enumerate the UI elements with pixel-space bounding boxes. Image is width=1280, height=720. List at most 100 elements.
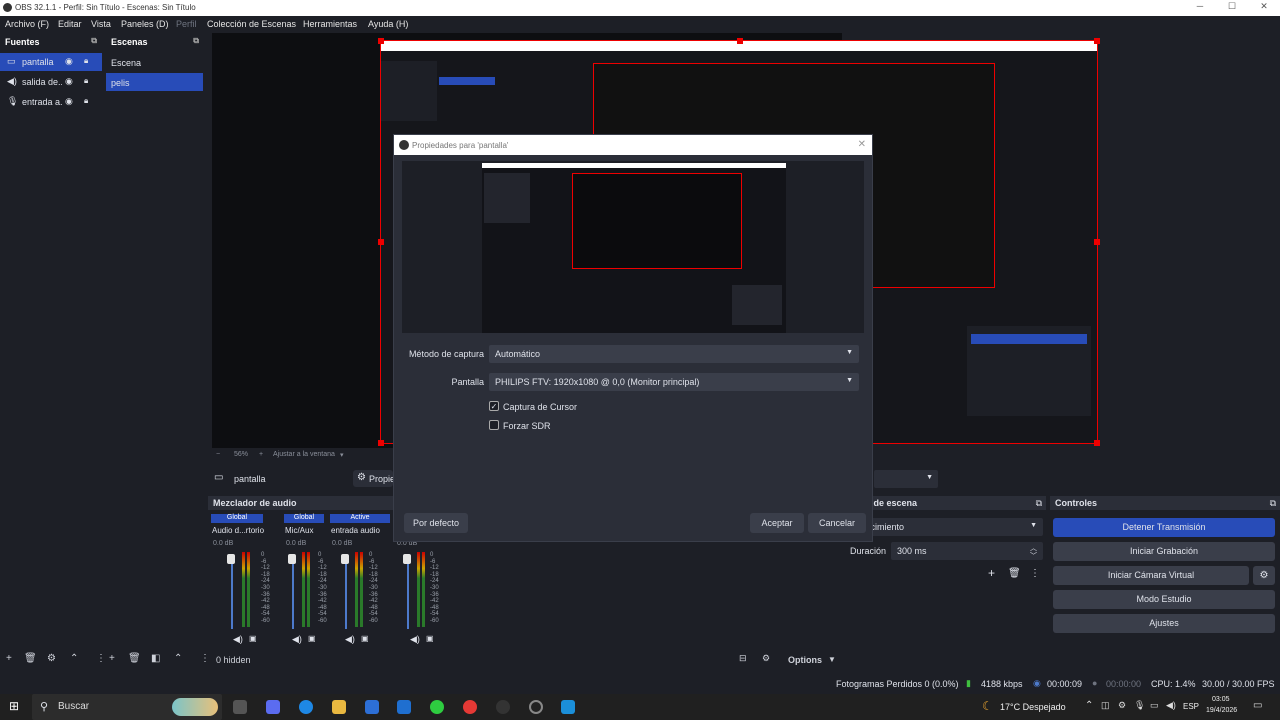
lock-icon[interactable]: 🔒︎ <box>84 96 88 106</box>
volume-knob[interactable] <box>288 554 296 564</box>
edge-icon[interactable] <box>299 700 313 714</box>
volume-knob[interactable] <box>403 554 411 564</box>
notification-icon[interactable]: ▭ <box>1253 700 1262 711</box>
settings-icon[interactable]: ▣ <box>249 634 257 643</box>
studio-mode-button[interactable]: Modo Estudio <box>1053 590 1275 609</box>
speaker-icon[interactable]: ◀) <box>410 634 420 645</box>
app-icon[interactable] <box>496 700 510 714</box>
volume-slider[interactable] <box>407 554 409 629</box>
tray-icon[interactable]: ▭ <box>1150 700 1159 711</box>
volume-slider[interactable] <box>231 554 233 629</box>
volume-icon[interactable]: ◀) <box>1166 700 1176 711</box>
trash-icon[interactable]: 🗑︎ <box>1008 568 1021 579</box>
gear-icon[interactable]: ⚙ <box>47 653 56 664</box>
gear-icon[interactable]: ⚙ <box>762 653 770 664</box>
close-icon[interactable]: ✕ <box>1248 1 1280 15</box>
close-icon[interactable]: ✕ <box>858 139 866 150</box>
source-item-salida[interactable]: ◀) salida de... ◉ 🔒︎ <box>0 73 102 91</box>
start-recording-button[interactable]: Iniciar Grabación <box>1053 542 1275 561</box>
volume-knob[interactable] <box>227 554 235 564</box>
speaker-icon[interactable]: ◀) <box>345 634 355 645</box>
properties-button[interactable]: ⚙ Propiedades <box>353 470 393 487</box>
outlook-icon[interactable] <box>397 700 411 714</box>
volume-slider[interactable] <box>292 554 294 629</box>
minimize-icon[interactable]: ─ <box>1184 1 1216 15</box>
channel-name[interactable]: Audio d...rtorio <box>212 526 264 535</box>
settings-icon[interactable]: ▣ <box>361 634 369 643</box>
weather-text[interactable]: 17°C Despejado <box>1000 702 1066 712</box>
trash-icon[interactable]: 🗑︎ <box>128 653 141 664</box>
zoom-out-icon[interactable]: − <box>216 451 220 458</box>
cancel-button[interactable]: Cancelar <box>808 513 866 533</box>
copilot-icon[interactable] <box>266 700 280 714</box>
whatsapp-icon[interactable] <box>430 700 444 714</box>
eye-icon[interactable]: ◉ <box>65 76 73 87</box>
menu-herramientas[interactable]: Herramientas <box>303 19 357 29</box>
source-item-pantalla[interactable]: ▭ pantalla ◉ 🔒︎ <box>0 53 102 71</box>
scene-item-escena[interactable]: Escena <box>106 53 203 71</box>
chevron-up-icon[interactable]: ⌃ <box>1085 700 1093 711</box>
tray-icon[interactable]: ⚙ <box>1118 700 1126 711</box>
add-icon[interactable]: + <box>6 653 12 664</box>
more-icon[interactable]: ⋮ <box>1030 568 1040 579</box>
speaker-icon[interactable]: ◀) <box>292 634 302 645</box>
filter-icon[interactable]: ◧ <box>151 653 160 664</box>
undock-icon[interactable]: ⧉ <box>193 36 199 46</box>
options-button[interactable]: Options <box>788 655 822 665</box>
microphone-icon[interactable]: 🎙︎ <box>1134 700 1145 711</box>
force-sdr-checkbox[interactable] <box>489 420 499 430</box>
virtual-camera-gear-icon[interactable]: ⚙ <box>1253 566 1275 585</box>
capture-cursor-checkbox[interactable]: ✓ <box>489 401 499 411</box>
store-icon[interactable] <box>365 700 379 714</box>
obs-taskbar-icon[interactable] <box>529 700 543 714</box>
chevron-up-icon[interactable]: ⌃ <box>174 653 182 664</box>
file-explorer-icon[interactable] <box>332 700 346 714</box>
undock-icon[interactable]: ⧉ <box>1036 498 1042 509</box>
source-item-entrada[interactable]: 🎙︎ entrada a... ◉ 🔒︎ <box>0 93 102 111</box>
eye-icon[interactable]: ◉ <box>65 56 73 67</box>
undock-icon[interactable]: ⧉ <box>1270 498 1276 509</box>
layout-icon[interactable]: ⊟ <box>739 653 747 664</box>
task-view-icon[interactable] <box>233 700 247 714</box>
menu-paneles[interactable]: Paneles (D) <box>121 19 169 29</box>
scene-item-pelis[interactable]: pelis <box>106 73 203 91</box>
add-icon[interactable]: + <box>988 566 995 580</box>
trash-icon[interactable]: 🗑︎ <box>24 653 37 664</box>
menu-archivo[interactable]: Archivo (F) <box>5 19 49 29</box>
language-indicator[interactable]: ESP <box>1183 702 1199 711</box>
more-icon[interactable]: ⋮ <box>200 653 210 664</box>
chevron-up-icon[interactable]: ⌃ <box>70 653 78 664</box>
stop-streaming-button[interactable]: Detener Transmisión <box>1053 518 1275 537</box>
app-icon[interactable] <box>561 700 575 714</box>
lock-icon[interactable]: 🔒︎ <box>84 56 88 66</box>
capture-method-select[interactable]: Automático ▼ <box>489 345 859 363</box>
menu-perfil[interactable]: Perfil <box>176 19 197 29</box>
windows-start-icon[interactable]: ⊞ <box>9 699 19 713</box>
menu-editar[interactable]: Editar <box>58 19 82 29</box>
fit-window-label[interactable]: Ajustar a la ventana <box>273 451 335 458</box>
maximize-icon[interactable]: ☐ <box>1216 1 1248 15</box>
menu-coleccion[interactable]: Colección de Escenas <box>207 19 296 29</box>
transition-type-select[interactable]: Desvanecimiento ▼ <box>849 518 1043 536</box>
speaker-icon[interactable]: ◀) <box>233 634 243 645</box>
chevron-down-icon[interactable]: ﹀ <box>1030 551 1037 561</box>
settings-icon[interactable]: ▣ <box>426 634 434 643</box>
settings-button[interactable]: Ajustes <box>1053 614 1275 633</box>
more-icon[interactable]: ⋮ <box>96 653 106 664</box>
defaults-button[interactable]: Por defecto <box>404 513 468 533</box>
tray-icon[interactable]: ◫ <box>1101 700 1110 711</box>
accept-button[interactable]: Aceptar <box>750 513 804 533</box>
settings-icon[interactable]: ▣ <box>308 634 316 643</box>
display-select[interactable]: ▼ <box>874 470 938 488</box>
chrome-icon[interactable] <box>463 700 477 714</box>
clock-date[interactable]: 19/4/2026 <box>1206 707 1237 714</box>
lock-icon[interactable]: 🔒︎ <box>84 76 88 86</box>
zoom-in-icon[interactable]: + <box>259 451 263 458</box>
undock-icon[interactable]: ⧉ <box>91 36 97 46</box>
screen-select[interactable]: PHILIPS FTV: 1920x1080 @ 0,0 (Monitor pr… <box>489 373 859 391</box>
chevron-down-icon[interactable]: ▼ <box>828 655 836 664</box>
start-virtual-camera-button[interactable]: Iniciar Cámara Virtual <box>1053 566 1249 585</box>
volume-knob[interactable] <box>341 554 349 564</box>
menu-ayuda[interactable]: Ayuda (H) <box>368 19 408 29</box>
taskbar-search[interactable]: ⚲ Buscar <box>32 694 222 720</box>
